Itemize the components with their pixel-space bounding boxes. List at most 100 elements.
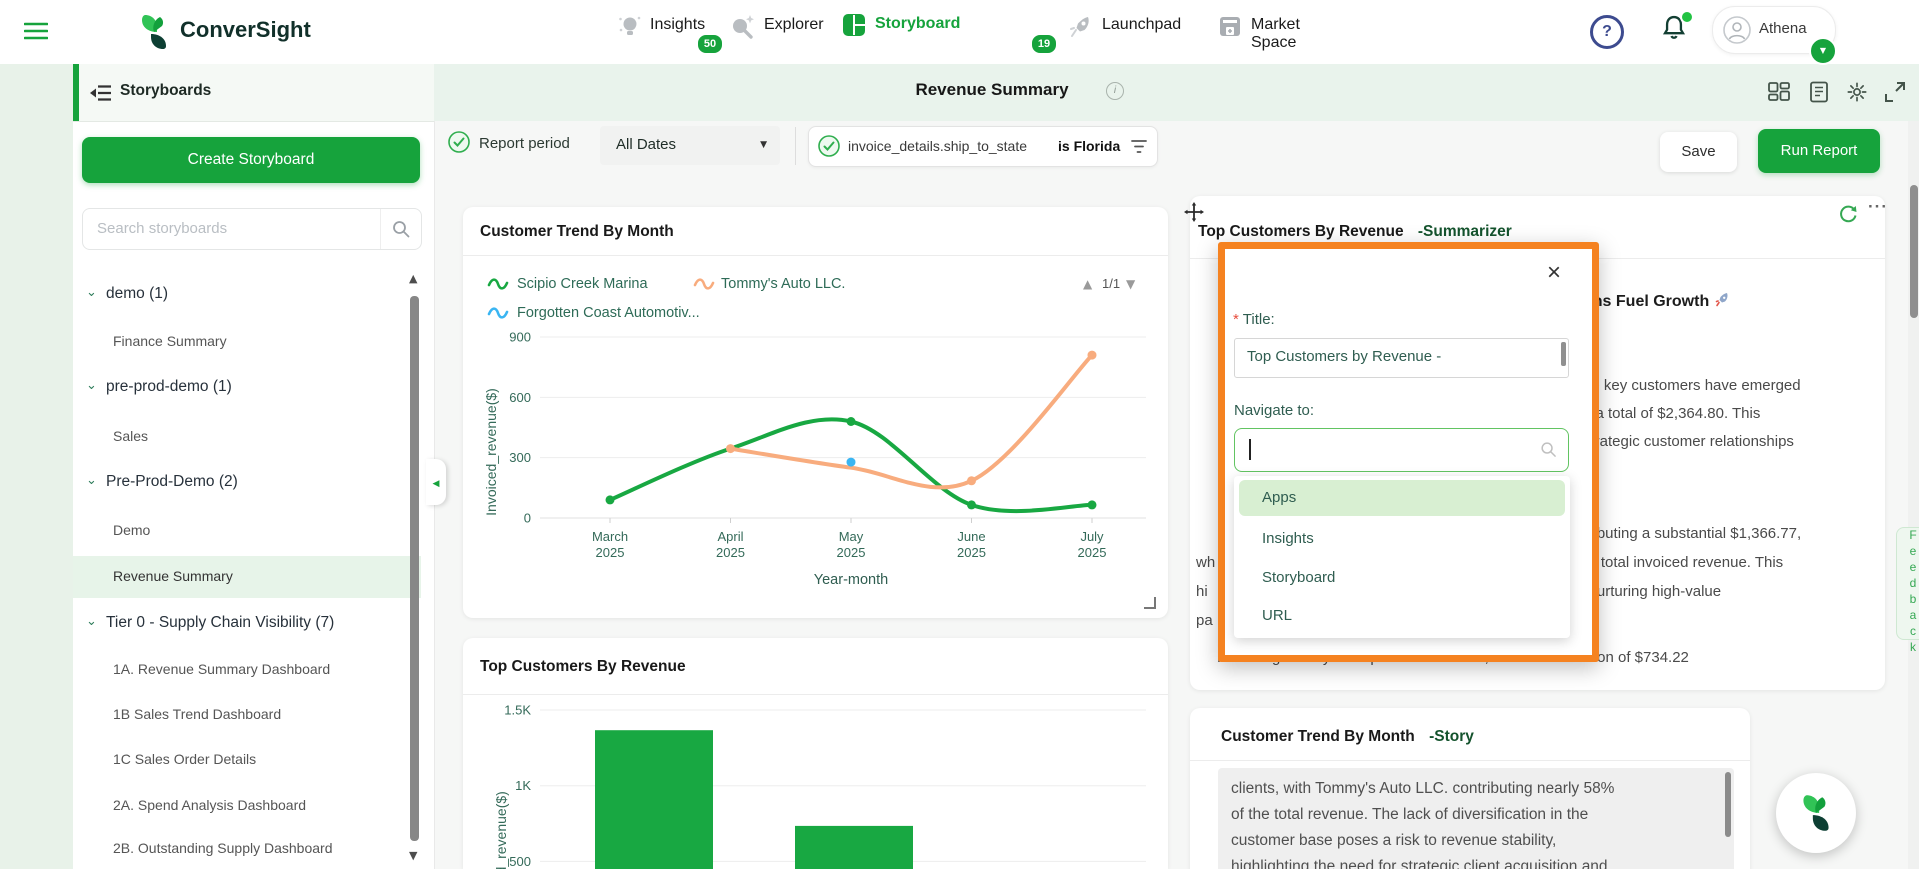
scroll-down-arrow[interactable]: ▼ bbox=[409, 849, 417, 862]
tree-item-sales[interactable]: Sales bbox=[113, 428, 148, 444]
tree-item-finance-summary[interactable]: Finance Summary bbox=[113, 333, 227, 349]
hamburger-menu-icon[interactable] bbox=[24, 21, 48, 41]
user-dropdown-caret[interactable]: ▼ bbox=[1809, 37, 1837, 65]
insights-bulb-icon bbox=[618, 14, 642, 40]
svg-text:May2025: May2025 bbox=[837, 529, 866, 560]
option-url[interactable]: URL bbox=[1262, 607, 1292, 624]
option-storyboard[interactable]: Storyboard bbox=[1262, 569, 1335, 586]
navigate-search-input[interactable] bbox=[1234, 428, 1569, 472]
topbar: ConverSight Insights 50 Explorer Storybo bbox=[0, 0, 1919, 64]
option-insights[interactable]: Insights bbox=[1262, 530, 1314, 547]
svg-text:April2025: April2025 bbox=[716, 529, 745, 560]
input-scrollbar-thumb[interactable] bbox=[1561, 342, 1566, 366]
search-icon[interactable] bbox=[391, 219, 411, 239]
svg-text:July2025: July2025 bbox=[1078, 529, 1107, 560]
tree-group-pre-prod-demo-2[interactable]: Pre-Prod-Demo (2) bbox=[106, 473, 238, 491]
nav-item-explorer[interactable]: Explorer bbox=[730, 14, 756, 45]
search-divider bbox=[380, 209, 381, 249]
dashboard-layout-button[interactable] bbox=[1768, 82, 1790, 104]
expand-fullscreen-button[interactable] bbox=[1884, 81, 1906, 103]
page-info-icon[interactable]: i bbox=[1106, 82, 1124, 100]
feedback-tab[interactable]: Feedback bbox=[1896, 527, 1919, 640]
close-icon[interactable]: × bbox=[1547, 263, 1561, 283]
notes-journal-button[interactable] bbox=[1808, 81, 1830, 103]
chevron-down-icon[interactable]: ⌄ bbox=[86, 614, 97, 629]
title-input[interactable]: Top Customers by Revenue - bbox=[1234, 338, 1569, 378]
chevron-down-icon[interactable]: ⌄ bbox=[86, 473, 97, 488]
filter-checkbox[interactable] bbox=[818, 135, 840, 157]
tree-item-2b[interactable]: 2B. Outstanding Supply Dashboard bbox=[113, 840, 332, 856]
required-asterisk: * bbox=[1233, 311, 1239, 328]
rocket-icon bbox=[1714, 292, 1730, 308]
tree-group-pre-prod-demo[interactable]: pre-prod-demo (1) bbox=[106, 378, 232, 396]
card-resize-handle[interactable] bbox=[1144, 597, 1156, 609]
user-menu[interactable]: Athena ▼ bbox=[1712, 6, 1836, 54]
create-storyboard-button[interactable]: Create Storyboard bbox=[82, 137, 420, 183]
scroll-up-arrow[interactable]: ▲ bbox=[409, 272, 417, 285]
question-icon: ? bbox=[1602, 23, 1612, 40]
bar-chart-plot: 1.5K1K500 bbox=[463, 638, 1168, 869]
report-period-dropdown[interactable]: All Dates ▼ bbox=[600, 126, 780, 165]
explorer-search-icon bbox=[730, 14, 756, 40]
move-widget-icon[interactable] bbox=[1184, 202, 1204, 222]
panel-menu-ellipsis[interactable]: ··· bbox=[1868, 197, 1885, 217]
story-title: Customer Trend By Month -Story bbox=[1221, 728, 1474, 746]
summarizer-line: ntributing a substantial $1,366.77, bbox=[1576, 525, 1801, 542]
notifications-button[interactable] bbox=[1660, 13, 1692, 47]
navigate-modal: × * Title: Top Customers by Revenue - Na… bbox=[1218, 242, 1599, 662]
text-cursor bbox=[1249, 439, 1251, 460]
navigate-options-list: Apps Insights Storyboard URL bbox=[1234, 476, 1570, 638]
tree-group-demo[interactable]: demo (1) bbox=[106, 285, 168, 303]
nav-item-insights[interactable]: Insights bbox=[618, 14, 642, 45]
report-period-label: Report period bbox=[479, 135, 570, 152]
user-name: Athena bbox=[1759, 20, 1807, 37]
chevron-down-icon[interactable]: ⌄ bbox=[86, 378, 97, 393]
nav-item-storyboard[interactable]: Storyboard bbox=[842, 13, 866, 42]
summarizer-fragment-left: hi bbox=[1196, 583, 1208, 600]
save-button[interactable]: Save bbox=[1660, 132, 1737, 172]
assistant-fab[interactable] bbox=[1776, 773, 1856, 853]
summarizer-fragment-left: wh bbox=[1196, 554, 1215, 571]
collapse-panel-icon[interactable] bbox=[90, 84, 112, 102]
nav-item-launchpad[interactable]: Launchpad bbox=[1068, 14, 1094, 45]
tree-item-1c[interactable]: 1C Sales Order Details bbox=[113, 751, 256, 767]
brand-wordmark: ConverSight bbox=[180, 17, 311, 43]
tree-item-demo[interactable]: Demo bbox=[113, 522, 150, 538]
notification-dot bbox=[1680, 10, 1694, 24]
tree-item-1b[interactable]: 1B Sales Trend Dashboard bbox=[113, 706, 281, 722]
funnel-filter-icon[interactable] bbox=[1131, 139, 1147, 154]
settings-gear-button[interactable] bbox=[1846, 81, 1868, 103]
tree-item-revenue-summary-selected[interactable]: Revenue Summary bbox=[113, 568, 233, 584]
chevron-down-icon[interactable]: ⌄ bbox=[86, 285, 97, 300]
nav-label-market-space: Market Space bbox=[1251, 16, 1300, 52]
svg-text:300: 300 bbox=[509, 450, 531, 465]
tree-group-tier0[interactable]: Tier 0 - Supply Chain Visibility (7) bbox=[106, 614, 334, 632]
help-button[interactable]: ? bbox=[1590, 15, 1624, 49]
refresh-icon[interactable] bbox=[1838, 204, 1858, 224]
story-text: clients, with Tommy's Auto LLC. contribu… bbox=[1231, 776, 1711, 869]
svg-text:June2025: June2025 bbox=[957, 529, 986, 560]
tree-item-1a[interactable]: 1A. Revenue Summary Dashboard bbox=[113, 661, 330, 677]
tree-item-2a[interactable]: 2A. Spend Analysis Dashboard bbox=[113, 797, 306, 813]
sidebar-scrollbar-thumb[interactable] bbox=[410, 296, 419, 841]
nav-label-explorer: Explorer bbox=[764, 16, 824, 34]
page-scrollbar-thumb[interactable] bbox=[1910, 185, 1918, 318]
report-period-value: All Dates bbox=[616, 136, 676, 153]
option-apps[interactable]: Apps bbox=[1262, 489, 1296, 506]
dropdown-caret-icon: ▼ bbox=[760, 140, 767, 150]
nav-item-market-space[interactable]: Market Space bbox=[1218, 14, 1242, 43]
story-scrollbar-thumb[interactable] bbox=[1725, 772, 1731, 837]
run-report-button[interactable]: Run Report bbox=[1758, 129, 1880, 173]
line-chart-x-axis-label: Year-month bbox=[751, 572, 951, 588]
storyboard-search-input[interactable]: Search storyboards bbox=[82, 208, 422, 250]
caret-down-icon: ▼ bbox=[1820, 46, 1826, 55]
sidebar-collapse-tab[interactable]: ◀ bbox=[426, 459, 446, 505]
filter-field: invoice_details.ship_to_state bbox=[848, 138, 1027, 154]
filter-chip[interactable]: invoice_details.ship_to_state is Florida bbox=[808, 126, 1158, 167]
storyboard-grid-icon bbox=[842, 13, 866, 37]
report-period-checkbox[interactable] bbox=[448, 131, 470, 153]
summarizer-line: strategic customer relationships bbox=[1583, 433, 1794, 450]
story-line: clients, with Tommy's Auto LLC. contribu… bbox=[1231, 776, 1711, 802]
story-title-text: Customer Trend By Month bbox=[1221, 728, 1415, 745]
summarizer-line: g a total of $2,364.80. This bbox=[1583, 405, 1760, 422]
